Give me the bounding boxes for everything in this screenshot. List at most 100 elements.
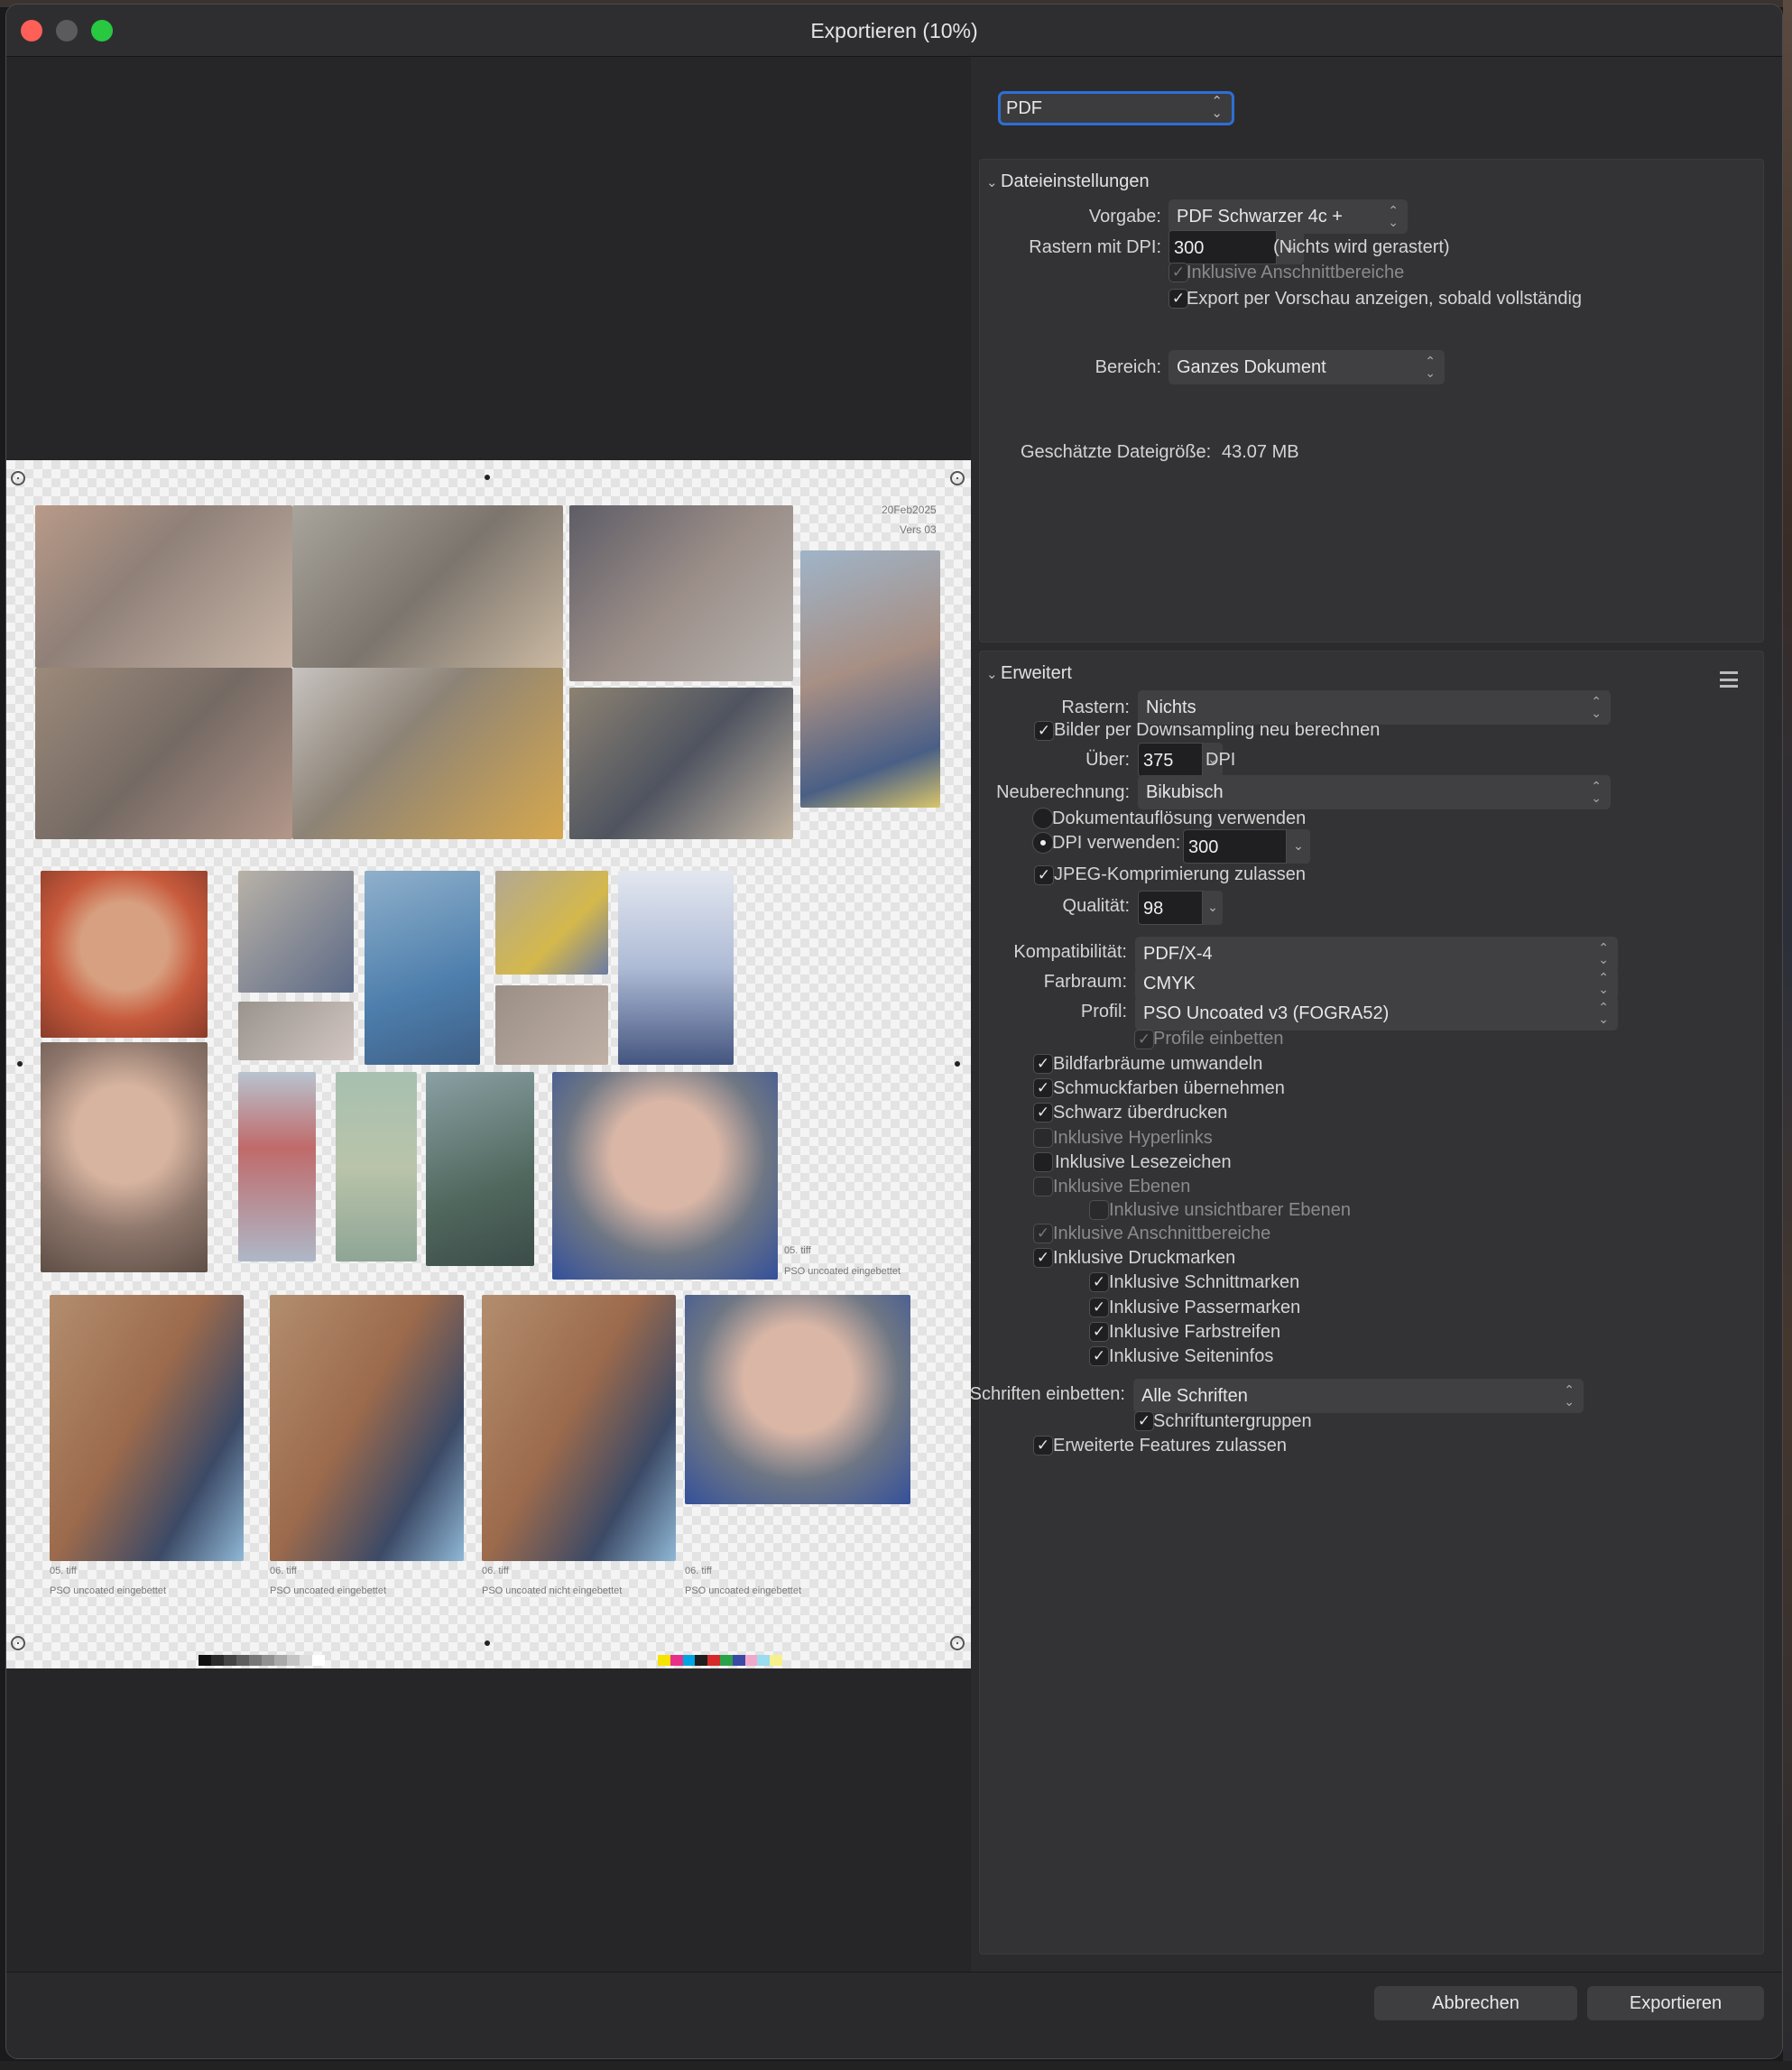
photo-thumbnail xyxy=(495,871,608,975)
quality-label: Qualität: xyxy=(1062,896,1130,916)
preset-select-value: PDF Schwarzer 4c + xyxy=(1177,207,1343,226)
resample-label: Neuberechnung: xyxy=(996,782,1130,802)
jpeg-compression-checkbox[interactable]: ✓ xyxy=(1034,865,1054,885)
preset-label: Vorgabe: xyxy=(1088,207,1161,226)
profile-label: Profil: xyxy=(1080,1002,1127,1021)
overprint-black-label: Schwarz überdrucken xyxy=(1053,1103,1228,1123)
rasterize-select-value: Nichts xyxy=(1146,698,1196,717)
hyperlinks-checkbox[interactable]: ✓ xyxy=(1033,1128,1053,1148)
downsample-checkbox[interactable]: ✓ xyxy=(1034,721,1054,741)
include-bleed-checkbox[interactable]: ✓ xyxy=(1168,263,1188,282)
jpeg-compression-label: JPEG-Komprimierung zulassen xyxy=(1054,864,1306,884)
layers-checkbox[interactable]: ✓ xyxy=(1033,1177,1053,1197)
hyperlinks-label: Inklusive Hyperlinks xyxy=(1053,1128,1213,1148)
profile-select[interactable]: PSO Uncoated v3 (FOGRA52) ⌃ ⌄ xyxy=(1135,996,1618,1030)
grayscale-color-bar xyxy=(199,1655,325,1666)
updown-chevron-icon: ⌃ ⌄ xyxy=(1598,940,1609,966)
chevron-down-icon[interactable]: ⌄ xyxy=(986,666,998,682)
image-caption: PSO uncoated nicht eingebettet xyxy=(482,1585,623,1596)
file-size-label: Geschätzte Dateigröße: xyxy=(1021,442,1212,462)
use-dpi-radio[interactable] xyxy=(1032,832,1054,854)
convert-image-spaces-checkbox[interactable]: ✓ xyxy=(1033,1054,1053,1074)
registration-mark-icon xyxy=(950,1636,965,1650)
portrait-thumbnail xyxy=(685,1295,910,1504)
font-subsets-checkbox[interactable]: ✓ xyxy=(1134,1411,1154,1431)
page-version: Vers 03 xyxy=(900,523,937,536)
photo-thumbnail xyxy=(35,505,292,668)
raster-dpi-value[interactable]: 300 xyxy=(1168,230,1277,264)
resample-select[interactable]: Bikubisch ⌃ ⌄ xyxy=(1138,775,1611,809)
section-title-file-settings[interactable]: Dateieinstellungen xyxy=(1001,171,1150,192)
photo-thumbnail xyxy=(336,1072,417,1261)
image-caption: 05. tiff xyxy=(784,1245,811,1256)
photo-thumbnail xyxy=(292,505,563,668)
advanced-features-checkbox[interactable]: ✓ xyxy=(1033,1436,1053,1455)
image-caption: PSO uncoated eingebettet xyxy=(270,1585,387,1596)
over-dpi-value[interactable]: 375 xyxy=(1138,743,1203,777)
raster-dpi-label: Rastern mit DPI: xyxy=(1029,237,1161,257)
use-document-resolution-label: Dokumentauflösung verwenden xyxy=(1052,809,1307,828)
chevron-down-icon[interactable]: ⌄ xyxy=(1287,829,1310,864)
hamburger-menu-icon[interactable] xyxy=(1720,671,1738,688)
image-caption: 06. tiff xyxy=(270,1566,297,1576)
bleed-checkbox[interactable]: ✓ xyxy=(1033,1224,1053,1243)
section-title-advanced[interactable]: Erweitert xyxy=(1001,663,1072,684)
registration-mark-icon xyxy=(11,471,25,485)
raster-note: (Nichts wird gerastert) xyxy=(1273,237,1450,257)
crop-mark xyxy=(485,1640,490,1646)
convert-image-spaces-label: Bildfarbräume umwandeln xyxy=(1053,1054,1263,1074)
overprint-black-checkbox[interactable]: ✓ xyxy=(1033,1103,1053,1123)
export-button[interactable]: Exportieren xyxy=(1587,1986,1764,2020)
rasterize-label: Rastern: xyxy=(1061,698,1130,717)
use-dpi-label: DPI verwenden: xyxy=(1052,833,1181,853)
desktop-background xyxy=(1783,0,1792,2070)
use-document-resolution-radio[interactable] xyxy=(1032,808,1054,829)
page-info-label: Inklusive Seiteninfos xyxy=(1109,1346,1274,1366)
export-dialog: Exportieren (10%) 20Feb2025 Vers 03 05. … xyxy=(5,4,1783,2059)
use-dpi-value[interactable]: 300 xyxy=(1183,829,1287,864)
format-select-value: PDF xyxy=(1006,98,1042,118)
printer-marks-checkbox[interactable]: ✓ xyxy=(1033,1248,1053,1268)
embed-fonts-select[interactable]: Alle Schriften ⌃ ⌄ xyxy=(1133,1379,1584,1413)
crop-marks-checkbox[interactable]: ✓ xyxy=(1089,1272,1109,1292)
embed-profile-checkbox[interactable]: ✓ xyxy=(1134,1030,1154,1049)
quality-combo[interactable]: 98 ⌄ xyxy=(1138,891,1223,925)
color-bars-checkbox[interactable]: ✓ xyxy=(1089,1322,1109,1342)
preview-after-export-checkbox[interactable]: ✓ xyxy=(1168,289,1188,309)
spot-colors-checkbox[interactable]: ✓ xyxy=(1033,1078,1053,1098)
photo-thumbnail xyxy=(270,1295,464,1561)
preview-after-export-label: Export per Vorschau anzeigen, sobald vol… xyxy=(1187,289,1583,309)
file-settings-section: ⌄ Dateieinstellungen Vorgabe: PDF Schwar… xyxy=(979,159,1764,642)
photo-thumbnail xyxy=(50,1295,244,1561)
crop-mark xyxy=(485,475,490,480)
layers-label: Inklusive Ebenen xyxy=(1053,1177,1191,1197)
area-select-value: Ganzes Dokument xyxy=(1177,357,1326,377)
preset-select[interactable]: PDF Schwarzer 4c + ⌃ ⌄ xyxy=(1168,199,1408,234)
compatibility-select-value: PDF/X-4 xyxy=(1143,944,1213,964)
area-label: Bereich: xyxy=(1095,357,1161,377)
bookmarks-checkbox[interactable]: ✓ xyxy=(1033,1152,1053,1172)
hidden-layers-checkbox[interactable]: ✓ xyxy=(1089,1200,1109,1220)
export-preview: 20Feb2025 Vers 03 05. tiff PSO uncoated … xyxy=(6,57,971,1972)
crop-mark xyxy=(955,1061,960,1067)
cancel-button[interactable]: Abbrechen xyxy=(1374,1986,1577,2020)
page-info-checkbox[interactable]: ✓ xyxy=(1089,1346,1109,1366)
updown-chevron-icon: ⌃ ⌄ xyxy=(1564,1382,1575,1409)
chevron-down-icon[interactable]: ⌄ xyxy=(986,174,998,190)
updown-chevron-icon: ⌃ ⌄ xyxy=(1598,1000,1609,1026)
photo-thumbnail xyxy=(238,1072,316,1261)
registration-marks-checkbox[interactable]: ✓ xyxy=(1089,1298,1109,1317)
format-select[interactable]: PDF ⌃ ⌄ xyxy=(998,91,1234,125)
image-caption: PSO uncoated eingebettet xyxy=(50,1585,167,1596)
quality-value[interactable]: 98 xyxy=(1138,891,1203,925)
file-size-value: 43.07 MB xyxy=(1222,442,1299,462)
use-dpi-combo[interactable]: 300 ⌄ xyxy=(1183,829,1310,864)
updown-chevron-icon: ⌃ ⌄ xyxy=(1388,203,1399,229)
area-select[interactable]: Ganzes Dokument ⌃ ⌄ xyxy=(1168,350,1445,384)
colorspace-label: Farbraum: xyxy=(1043,972,1127,992)
updown-chevron-icon: ⌃ ⌄ xyxy=(1591,694,1602,720)
photo-thumbnail xyxy=(238,1002,354,1060)
chevron-down-icon[interactable]: ⌄ xyxy=(1203,891,1223,925)
image-caption: PSO uncoated eingebettet xyxy=(784,1266,901,1277)
dpi-unit: DPI xyxy=(1205,750,1236,770)
